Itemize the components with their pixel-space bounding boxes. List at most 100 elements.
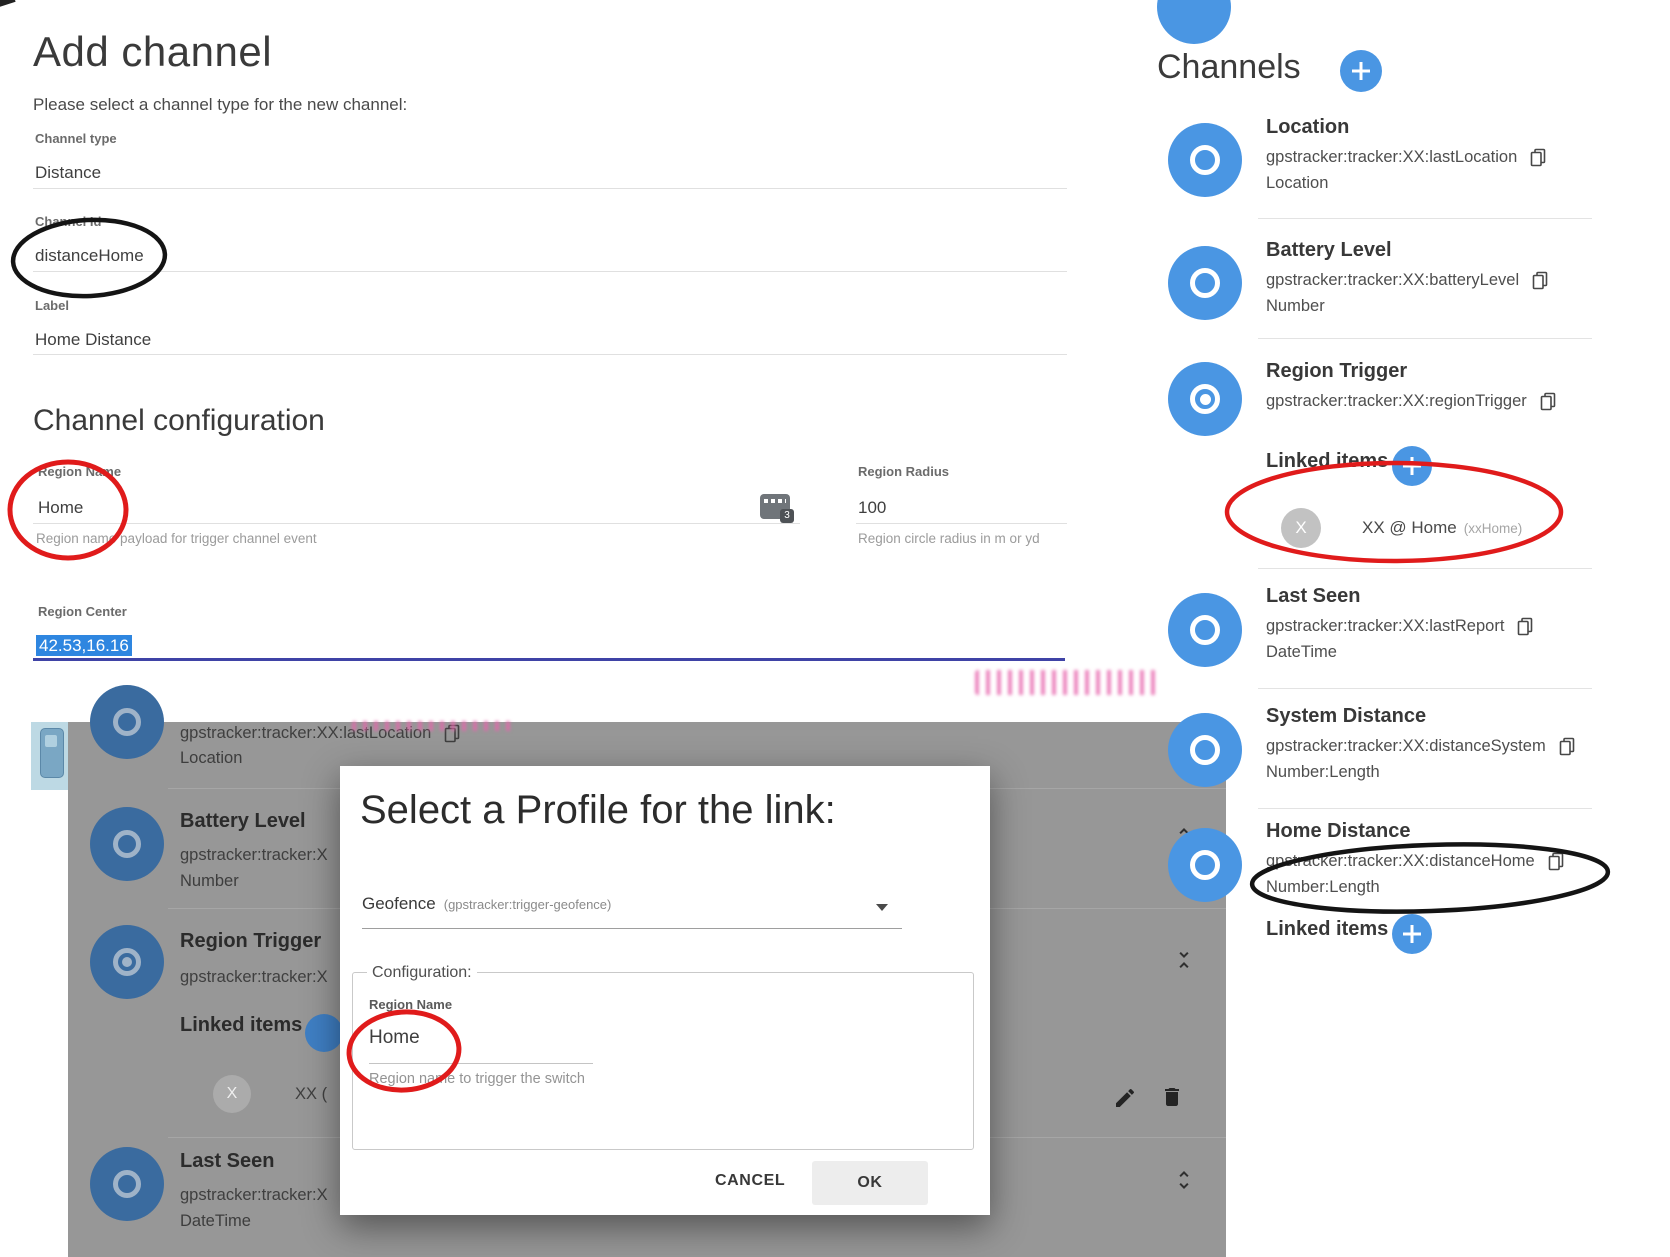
channel-id-text: gpstracker:tracker:XX:distanceSystem <box>1266 737 1546 756</box>
unfold-more-icon[interactable] <box>1172 1168 1196 1192</box>
channel-type-text: Location <box>1266 174 1666 193</box>
red-ellipse-linked-item <box>1227 463 1561 561</box>
profile-select[interactable]: Geofence(gpstracker:trigger-geofence) <box>362 894 611 914</box>
channel-title: Battery Level <box>1266 239 1666 262</box>
copy-icon[interactable] <box>1548 852 1564 871</box>
channel-type-text: Number <box>1266 297 1666 316</box>
channel-id-text: gpstracker:tracker:XX:lastLocation <box>1266 148 1517 167</box>
divider <box>1258 218 1592 219</box>
divider <box>1258 808 1592 809</box>
partial-icon <box>1157 0 1231 44</box>
home-distance-channel-icon <box>1168 828 1242 902</box>
location-channel-icon <box>90 685 164 759</box>
dim-row-battery: Battery Level gpstracker:tracker:X Numbe… <box>180 810 328 891</box>
channel-id-underline <box>33 271 1067 272</box>
channel-item-last-seen[interactable]: Last Seen gpstracker:tracker:XX:lastRepo… <box>1266 585 1666 662</box>
input-helper-dots <box>764 499 786 503</box>
channel-id-text: gpstracker:tracker:XX:regionTrigger <box>1266 392 1527 411</box>
channel-title: Battery Level <box>180 810 328 833</box>
edit-icon[interactable] <box>1113 1086 1137 1110</box>
corner-mark <box>0 0 16 8</box>
channel-item-region-trigger[interactable]: Region Trigger gpstracker:tracker:XX:reg… <box>1266 360 1666 411</box>
ok-button[interactable]: OK <box>812 1161 928 1205</box>
channel-item-location[interactable]: Location gpstracker:tracker:XX:lastLocat… <box>1266 116 1666 193</box>
location-channel-icon <box>1168 123 1242 197</box>
dialog-region-name-label: Region Name <box>369 997 452 1012</box>
channel-title: Region Trigger <box>1266 360 1666 383</box>
intro-text: Please select a channel type for the new… <box>33 95 407 115</box>
cancel-button[interactable]: CANCEL <box>715 1172 785 1190</box>
channel-type-text: DateTime <box>180 1212 328 1231</box>
map-control-icon <box>40 728 64 778</box>
configuration-fieldset: Configuration: Region Name Home Region n… <box>352 972 974 1150</box>
linked-item-avatar: X <box>1281 508 1321 548</box>
profile-dialog: Select a Profile for the link: Geofence(… <box>340 766 990 1215</box>
channel-id-text: gpstracker:tracker:X <box>180 968 328 987</box>
blurred-artifact <box>352 721 517 731</box>
input-helper-icon[interactable]: 3 <box>760 494 790 519</box>
channel-title: Home Distance <box>1266 820 1666 843</box>
label-field-underline <box>33 354 1067 355</box>
channel-type-text: DateTime <box>1266 643 1666 662</box>
channel-title: Last Seen <box>1266 585 1666 608</box>
section-title: Channel configuration <box>33 404 325 438</box>
channel-title: System Distance <box>1266 705 1666 728</box>
copy-icon[interactable] <box>1530 148 1546 167</box>
channel-id-input[interactable]: distanceHome <box>35 246 144 266</box>
channel-id-text: gpstracker:tracker:XX:batteryLevel <box>1266 271 1519 290</box>
region-trigger-channel-icon <box>90 925 164 999</box>
region-center-label: Region Center <box>38 604 127 619</box>
channel-title: Last Seen <box>180 1150 328 1173</box>
linked-item-name: XX @ Home <box>1362 518 1457 537</box>
region-name-label: Region Name <box>38 464 121 479</box>
linked-item-row[interactable]: XX @ Home(xxHome) <box>1362 518 1522 538</box>
channel-id-text: gpstracker:tracker:X <box>180 846 328 865</box>
divider <box>1258 338 1592 339</box>
divider <box>1258 568 1592 569</box>
region-trigger-channel-icon <box>1168 362 1242 436</box>
region-center-focus-underline <box>33 658 1065 661</box>
region-name-underline <box>33 523 800 524</box>
dialog-region-name-underline <box>369 1063 593 1064</box>
add-linked-item-button[interactable] <box>1392 446 1432 486</box>
linked-item-text: XX ( <box>295 1085 327 1104</box>
channel-id-text: gpstracker:tracker:XX:distanceHome <box>1266 852 1535 871</box>
linked-item-avatar: X <box>213 1075 251 1113</box>
region-radius-input[interactable]: 100 <box>858 498 886 518</box>
region-name-input[interactable]: Home <box>38 498 83 518</box>
channel-id-label: Channel Id <box>35 214 101 229</box>
channel-type-text: Number:Length <box>1266 878 1666 897</box>
label-field-input[interactable]: Home Distance <box>35 330 151 350</box>
dialog-region-name-input[interactable]: Home <box>369 1027 420 1049</box>
unfold-less-icon[interactable] <box>1172 948 1196 972</box>
system-distance-channel-icon <box>1168 713 1242 787</box>
region-center-input[interactable]: 42.53,16.16 <box>36 636 132 656</box>
channel-item-battery[interactable]: Battery Level gpstracker:tracker:XX:batt… <box>1266 239 1666 316</box>
input-helper-badge: 3 <box>780 509 794 523</box>
dim-row-region-trigger: Region Trigger gpstracker:tracker:X Link… <box>180 930 328 1037</box>
channel-id-text: gpstracker:tracker:XX:lastReport <box>1266 617 1504 636</box>
dialog-title: Select a Profile for the link: <box>360 788 836 833</box>
blurred-artifact <box>975 670 1157 695</box>
channel-title: Region Trigger <box>180 930 328 953</box>
map-fragment <box>31 722 68 790</box>
copy-icon[interactable] <box>1517 617 1533 636</box>
delete-icon[interactable] <box>1160 1085 1184 1109</box>
add-linked-item-button[interactable] <box>1392 914 1432 954</box>
copy-icon[interactable] <box>1540 392 1556 411</box>
copy-icon[interactable] <box>1559 737 1575 756</box>
channel-type-label: Channel type <box>35 131 117 146</box>
add-channel-button[interactable] <box>1340 50 1382 92</box>
chevron-down-icon[interactable] <box>876 904 888 911</box>
page-title: Add channel <box>33 28 272 76</box>
channel-item-home-distance[interactable]: Home Distance gpstracker:tracker:XX:dist… <box>1266 820 1666 897</box>
region-name-helper: Region name payload for trigger channel … <box>36 531 317 546</box>
copy-icon[interactable] <box>1532 271 1548 290</box>
channel-item-system-distance[interactable]: System Distance gpstracker:tracker:XX:di… <box>1266 705 1666 782</box>
add-linked-item-button[interactable] <box>305 1014 343 1052</box>
channel-type-underline <box>33 188 1067 189</box>
channel-title: Location <box>1266 116 1666 139</box>
profile-select-value: Geofence <box>362 894 436 913</box>
channel-type-input[interactable]: Distance <box>35 163 101 183</box>
page: Add channel Please select a channel type… <box>0 0 1670 1257</box>
